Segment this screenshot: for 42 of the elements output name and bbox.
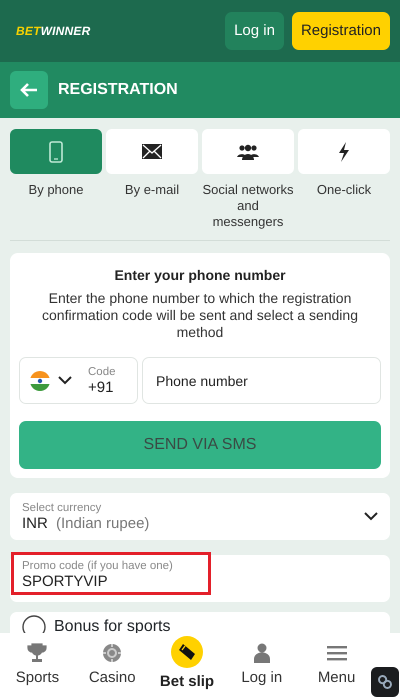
casino-chip-icon (102, 643, 122, 663)
card-heading: Enter your phone number (113, 266, 287, 285)
link-button[interactable] (371, 667, 399, 697)
country-code-selector[interactable]: Code +91 (19, 357, 138, 404)
method-label: By phone (28, 182, 84, 198)
currency-select[interactable]: Select currency INR (Indian rupee) (10, 493, 390, 540)
method-label: Social networks and messengers (202, 182, 294, 230)
code-value: +91 (88, 378, 114, 396)
method-tab[interactable] (106, 129, 198, 174)
nav-item[interactable]: Menu (299, 633, 374, 700)
registration-button[interactable]: Registration (292, 12, 390, 50)
login-button[interactable]: Log in (225, 12, 284, 50)
phone-icon (49, 140, 63, 162)
currency-label: Select currency (22, 500, 102, 514)
india-flag-icon (30, 370, 50, 390)
promo-code-field[interactable]: Promo code (if you have one) SPORTYVIP (10, 555, 390, 602)
code-label: Code (88, 364, 116, 378)
page-title: REGISTRATION (58, 80, 178, 100)
people-icon (237, 144, 259, 160)
back-button[interactable] (10, 71, 48, 109)
promo-label: Promo code (if you have one) (22, 559, 174, 573)
method-tab[interactable] (202, 129, 294, 174)
method-label: By e-mail (124, 182, 180, 198)
nav-item[interactable]: Log in (224, 633, 300, 700)
promo-value: SPORTYVIP (22, 573, 109, 591)
mail-icon (142, 144, 162, 159)
back-arrow-icon (20, 83, 38, 97)
currency-name: (Indian rupee) (56, 514, 150, 532)
chevron-down-icon (364, 512, 378, 521)
ticket-icon (176, 642, 197, 662)
currency-code: INR (22, 514, 48, 532)
user-icon (252, 643, 271, 663)
send-sms-button[interactable]: SEND VIA SMS (19, 421, 381, 469)
phone-number-field[interactable]: Phone number (142, 357, 381, 404)
card-description: Enter the phone number to which the registration confirmation code will be sent and select a sending method (41, 290, 359, 341)
menu-icon (326, 645, 347, 661)
trophy-icon (27, 643, 48, 663)
link-icon (377, 672, 393, 692)
chevron-down-icon (58, 376, 72, 385)
logo: BETWINNER (16, 23, 90, 40)
method-label: One-click (316, 182, 372, 198)
lightning-icon (338, 142, 350, 162)
